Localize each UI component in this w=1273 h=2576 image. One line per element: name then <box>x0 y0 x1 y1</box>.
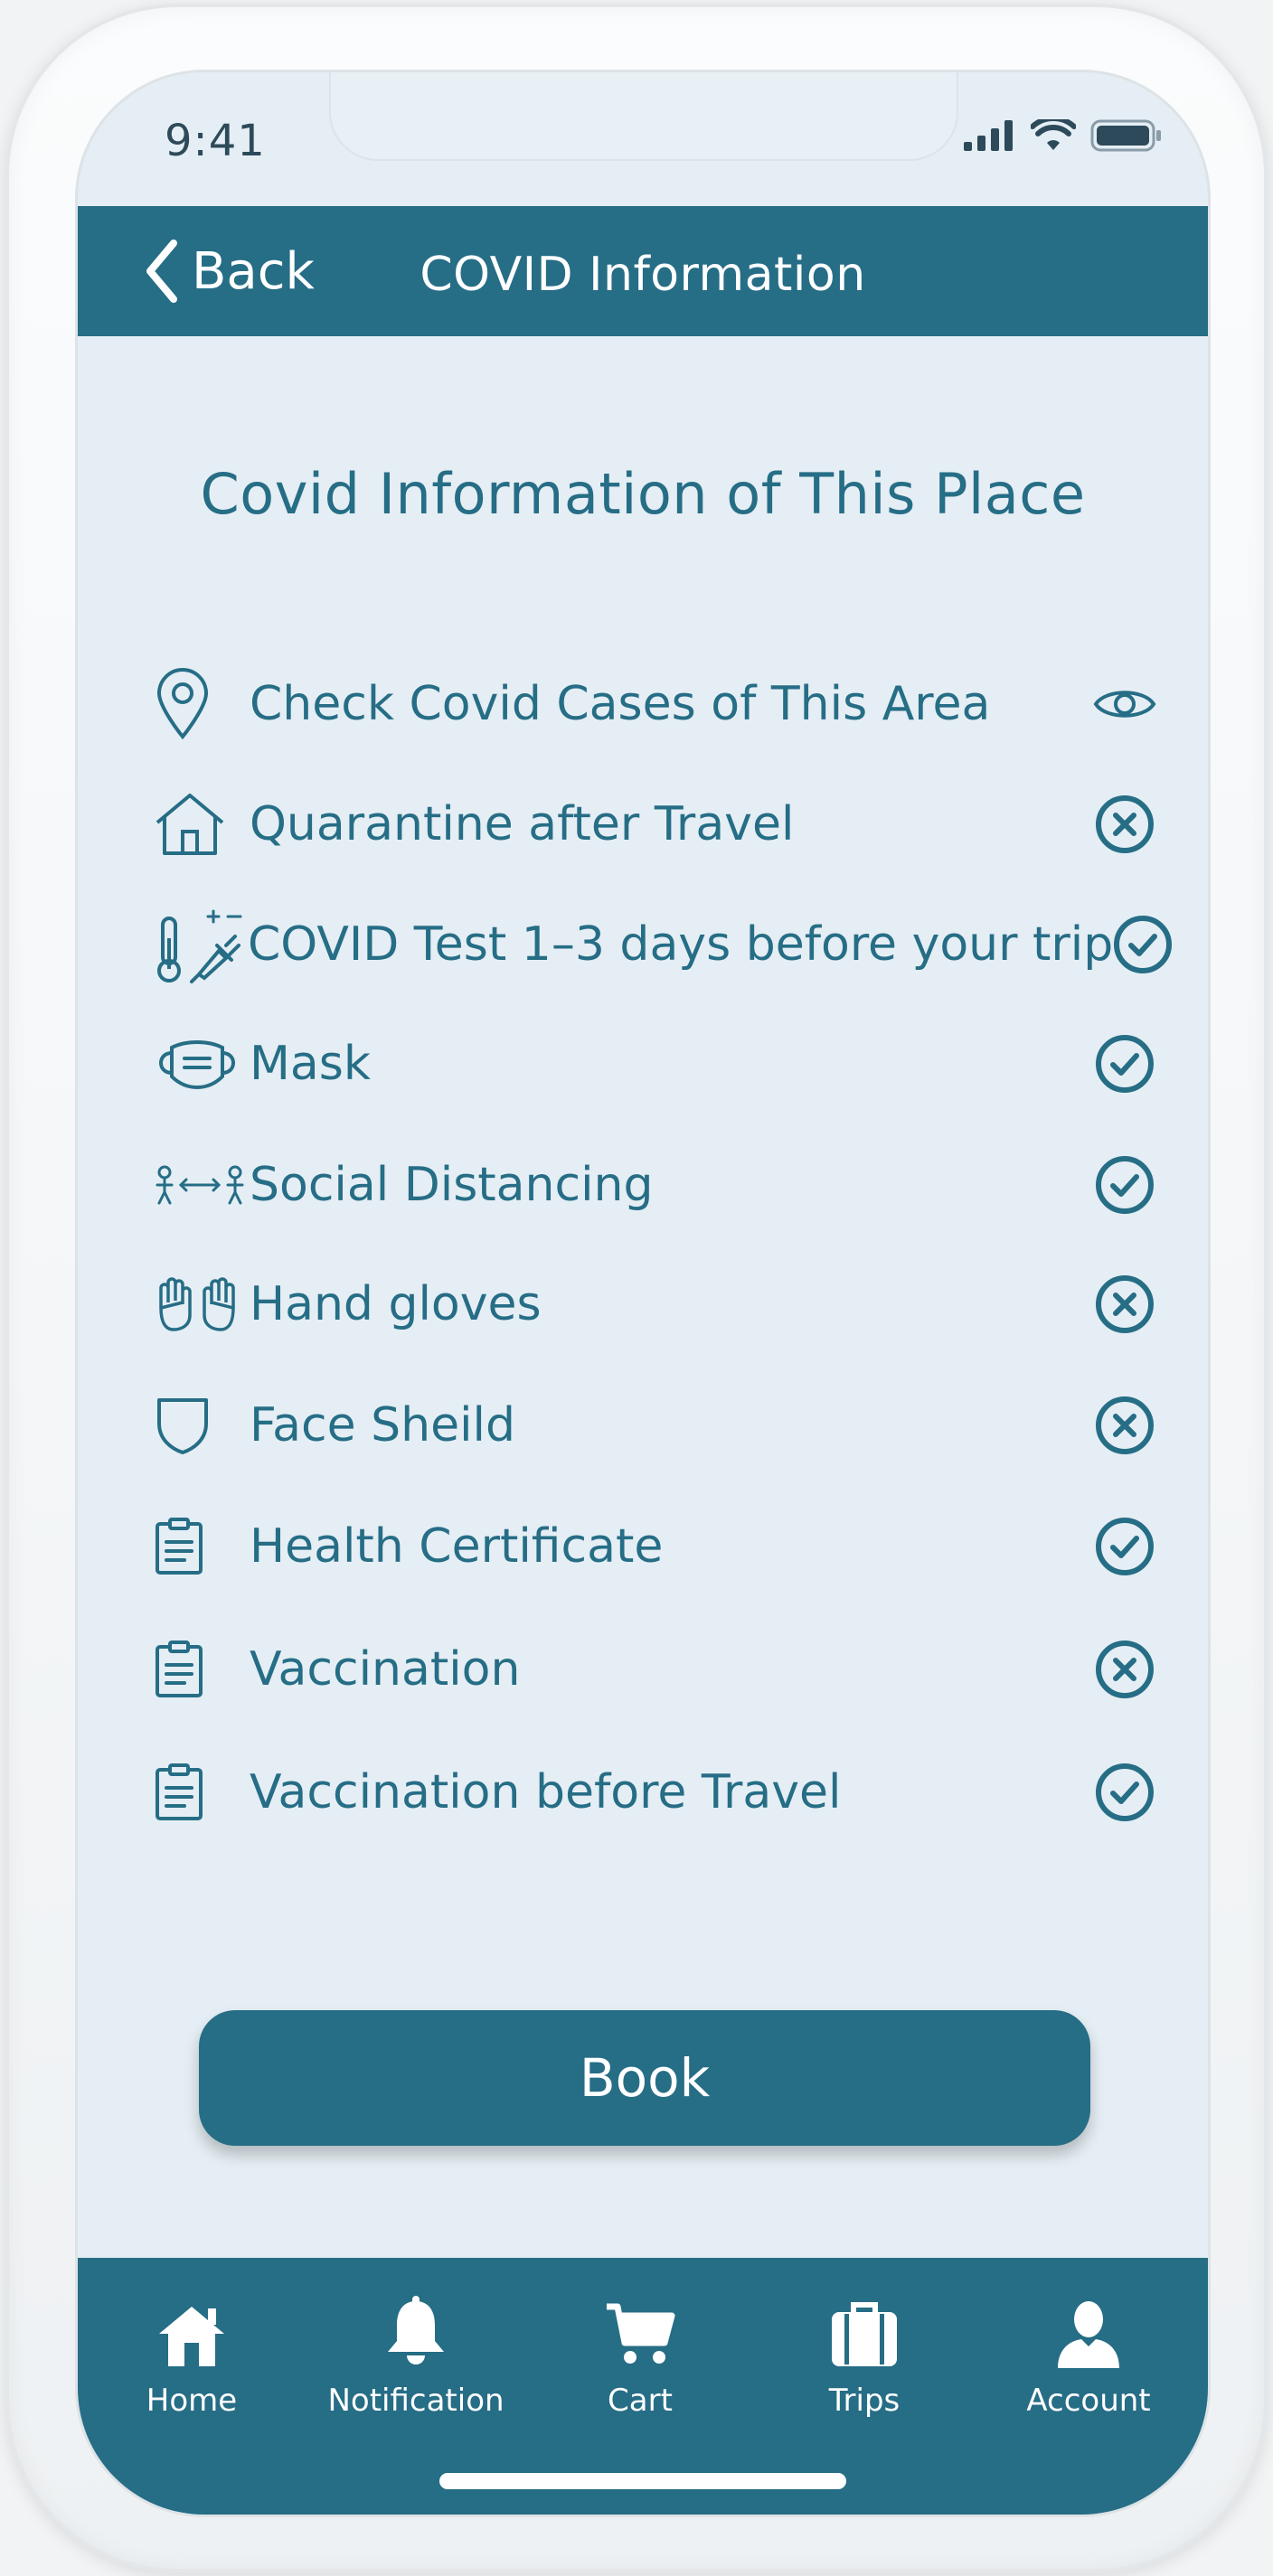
phone-screen: 9:41 Back COVID Information Covid Inform… <box>78 72 1208 2515</box>
notch <box>329 72 958 161</box>
bottom-tabbar: Home Notification Cart Trips Account <box>78 2258 1208 2515</box>
house-icon <box>141 784 250 865</box>
list-item-label: COVID Test 1–3 days before your trip <box>248 917 1114 972</box>
list-item-label: Vaccination <box>250 1642 521 1697</box>
eye-icon[interactable] <box>1087 666 1163 742</box>
tab-notification[interactable]: Notification <box>307 2283 524 2428</box>
social-distance-icon <box>141 1144 250 1226</box>
list-item-face-shield[interactable]: Face Sheild <box>141 1385 1163 1466</box>
cart-icon <box>605 2283 675 2368</box>
tab-trips[interactable]: Trips <box>756 2283 973 2428</box>
phone-frame: 9:41 Back COVID Information Covid Inform… <box>5 4 1268 2572</box>
clipboard-icon <box>141 1752 250 1833</box>
x-circle-icon <box>1087 786 1163 862</box>
list-item-mask[interactable]: Mask <box>141 1023 1163 1105</box>
list-item-label: Health Certificate <box>250 1519 664 1574</box>
list-item-vaccination[interactable]: Vaccination <box>141 1629 1163 1710</box>
list-item-label: Quarantine after Travel <box>250 797 795 851</box>
tab-cart[interactable]: Cart <box>532 2283 749 2428</box>
tab-label: Home <box>146 2383 238 2419</box>
wifi-icon <box>1031 119 1076 150</box>
gloves-icon <box>141 1264 250 1345</box>
list-item-quarantine[interactable]: Quarantine after Travel <box>141 784 1163 865</box>
check-circle-icon <box>1113 907 1173 982</box>
tab-label: Notification <box>327 2383 504 2419</box>
bell-icon <box>384 2283 448 2368</box>
x-circle-icon <box>1087 1631 1163 1707</box>
page-title: Covid Information of This Place <box>200 461 1086 527</box>
tab-label: Trips <box>828 2383 901 2419</box>
list-item-label: Hand gloves <box>250 1277 542 1331</box>
clipboard-icon <box>141 1629 250 1710</box>
tab-label: Account <box>1026 2383 1151 2419</box>
mask-icon <box>141 1023 250 1105</box>
briefcase-icon <box>830 2283 899 2368</box>
list-item-label: Check Covid Cases of This Area <box>250 677 991 731</box>
list-item-social-distancing[interactable]: Social Distancing <box>141 1144 1163 1226</box>
check-circle-icon <box>1087 1147 1163 1223</box>
clipboard-icon <box>141 1506 250 1587</box>
tab-account[interactable]: Account <box>980 2283 1197 2428</box>
list-item-covid-test[interactable]: COVID Test 1–3 days before your trip <box>141 904 1173 985</box>
shield-icon <box>141 1385 250 1466</box>
status-time: 9:41 <box>165 116 266 166</box>
list-item-health-certificate[interactable]: Health Certificate <box>141 1506 1163 1587</box>
list-item-covid-cases[interactable]: Check Covid Cases of This Area <box>141 663 1163 745</box>
user-icon <box>1054 2283 1123 2368</box>
check-circle-icon <box>1087 1754 1163 1830</box>
signal-icon <box>964 120 1013 151</box>
book-button[interactable]: Book <box>199 2010 1090 2146</box>
home-indicator <box>439 2473 846 2489</box>
page-header-title: COVID Information <box>420 248 866 302</box>
list-item-label: Face Sheild <box>250 1398 515 1453</box>
list-item-vaccination-before-travel[interactable]: Vaccination before Travel <box>141 1752 1163 1833</box>
top-navbar: Back COVID Information <box>78 206 1208 336</box>
tab-label: Cart <box>608 2383 673 2419</box>
check-circle-icon <box>1087 1509 1163 1584</box>
thermometer-dropper-icon <box>141 904 248 985</box>
list-item-label: Social Distancing <box>250 1158 654 1212</box>
list-item-label: Vaccination before Travel <box>250 1765 842 1819</box>
x-circle-icon <box>1087 1266 1163 1342</box>
list-item-hand-gloves[interactable]: Hand gloves <box>141 1264 1163 1345</box>
status-icons <box>964 119 1163 152</box>
location-pin-icon <box>141 663 250 745</box>
tab-home[interactable]: Home <box>83 2283 300 2428</box>
home-icon <box>156 2283 228 2368</box>
battery-icon <box>1090 119 1161 152</box>
check-circle-icon <box>1087 1026 1163 1102</box>
x-circle-icon <box>1087 1387 1163 1463</box>
list-item-label: Mask <box>250 1037 371 1091</box>
